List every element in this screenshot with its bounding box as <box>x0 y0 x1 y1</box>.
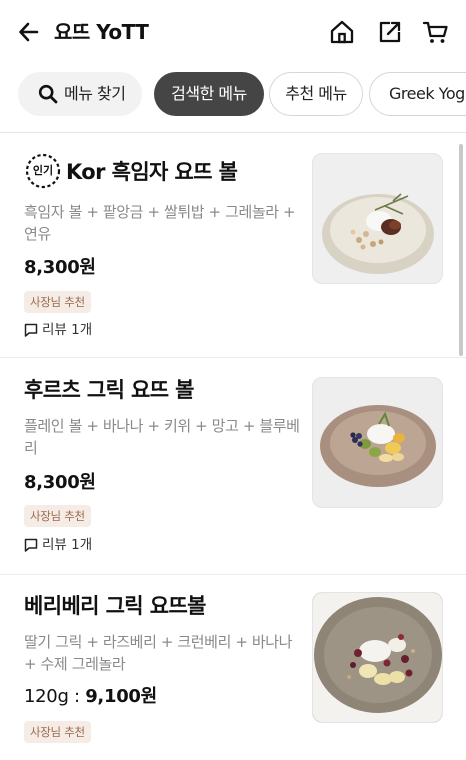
menu-item-price: 9,100원 <box>85 686 157 707</box>
comment-icon <box>24 538 38 552</box>
greek-yogurt-chip[interactable]: Greek Yog <box>369 72 466 116</box>
back-arrow-icon[interactable] <box>16 19 42 45</box>
chips-divider <box>0 132 466 133</box>
review-count-label: 리뷰 1개 <box>42 537 93 553</box>
owner-recommend-badge: 사장님 추천 <box>24 291 91 313</box>
top-app-bar: 요뜨 YoTT <box>0 0 466 64</box>
fruit-greek-bowl-image <box>313 378 442 507</box>
review-count: 리뷰 1개 <box>24 320 92 340</box>
search-icon <box>38 84 58 104</box>
searched-menu-chip[interactable]: 검색한 메뉴 <box>154 72 264 116</box>
menu-item-name: 후르츠 그릭 요뜨 볼 <box>24 378 195 402</box>
page-title: 요뜨 YoTT <box>54 20 149 44</box>
comment-icon <box>24 323 38 337</box>
menu-item-price: 8,300원 <box>24 257 96 278</box>
menu-search-chip[interactable]: 메뉴 찾기 <box>18 72 142 116</box>
owner-recommend-badge: 사장님 추천 <box>24 721 91 743</box>
recommended-menu-chip[interactable]: 추천 메뉴 <box>269 72 363 116</box>
review-count: 리뷰 1개 <box>24 535 92 555</box>
menu-item-name: Kor 흑임자 요뜨 볼 <box>66 160 238 184</box>
share-icon[interactable] <box>376 18 404 46</box>
menu-item-price-line: 120g : 9,100원 <box>24 684 157 710</box>
menu-filter-chips: 메뉴 찾기 검색한 메뉴 추천 메뉴 Greek Yog <box>0 72 466 118</box>
cart-icon[interactable] <box>422 18 450 46</box>
berry-greek-bowl-image <box>313 593 442 722</box>
black-sesame-bowl-image <box>313 154 442 283</box>
menu-item-2[interactable]: 후르츠 그릭 요뜨 볼 플레인 볼 + 바나나 + 키위 + 망고 + 블루베리… <box>0 358 466 574</box>
menu-item-description: 플레인 볼 + 바나나 + 키위 + 망고 + 블루베리 <box>24 417 300 457</box>
menu-item-image[interactable] <box>312 592 443 723</box>
menu-item-description: 딸기 그릭 + 라즈베리 + 크런베리 + 바나나 + 수제 그레놀라 <box>24 633 293 673</box>
menu-item-image[interactable] <box>312 377 443 508</box>
menu-item-image[interactable] <box>312 153 443 284</box>
popular-badge-label: 인기 <box>32 164 54 177</box>
review-count-label: 리뷰 1개 <box>42 322 93 338</box>
menu-item-1[interactable]: 인기 Kor 흑임자 요뜨 볼 흑임자 볼 + 팥앙금 + 쌀튀밥 + 그레놀라… <box>0 134 466 358</box>
menu-item-price: 8,300원 <box>24 472 96 493</box>
menu-item-weight: 120g : <box>24 686 86 707</box>
menu-item-name: 베리베리 그릭 요뜨볼 <box>24 594 207 618</box>
home-icon[interactable] <box>328 18 356 46</box>
owner-recommend-badge: 사장님 추천 <box>24 505 91 527</box>
menu-item-description: 흑임자 볼 + 팥앙금 + 쌀튀밥 + 그레놀라 + 연유 <box>24 203 296 243</box>
menu-search-label: 메뉴 찾기 <box>64 84 126 103</box>
menu-item-3[interactable]: 베리베리 그릭 요뜨볼 딸기 그릭 + 라즈베리 + 크런베리 + 바나나 + … <box>0 575 466 760</box>
